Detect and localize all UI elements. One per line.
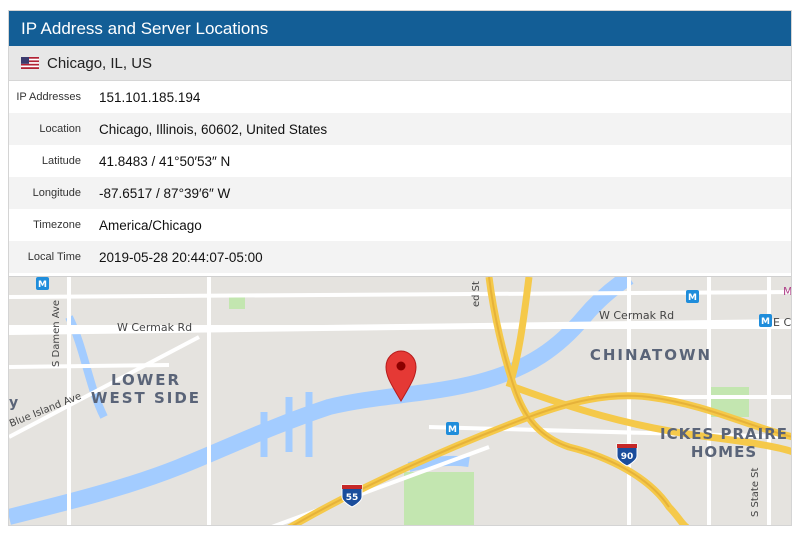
svg-text:90: 90 [621,452,634,462]
row-value: -87.6517 / 87°39′6″ W [99,185,231,201]
row-value: America/Chicago [99,217,202,233]
table-row: Local Time 2019-05-28 20:44:07-05:00 [9,241,791,273]
location-map[interactable]: M M M M 55 90 W Cermak Rd W Cermak Rd S … [9,276,792,526]
map-canvas[interactable]: M M M M 55 90 W Cermak Rd W Cermak Rd S … [9,277,792,526]
info-table: IP Addresses 151.101.185.194 Location Ch… [9,81,791,273]
street-label-ed-st: ed St [471,281,482,307]
row-label: IP Addresses [16,91,81,103]
neighbourhood-label: LOWER [111,371,181,389]
svg-text:55: 55 [346,493,359,503]
ip-location-panel: IP Address and Server Locations Chicago,… [8,10,792,526]
row-value: 151.101.185.194 [99,89,201,105]
street-label-damen: S Damen Ave [51,300,62,367]
metro-icon: M [686,290,699,303]
row-value: Chicago, Illinois, 60602, United States [99,121,328,137]
row-label: Timezone [33,219,81,231]
street-label-cermak: W Cermak Rd [117,321,192,334]
street-label-state-st: S State St [750,467,761,517]
us-flag-icon [21,57,39,69]
table-row: IP Addresses 151.101.185.194 [9,81,791,113]
row-label: Longitude [32,187,81,199]
svg-text:M: M [688,293,697,303]
table-row: Timezone America/Chicago [9,209,791,241]
metro-icon: M [759,314,772,327]
row-label: Location [39,123,81,135]
location-heading: Chicago, IL, US [9,46,791,81]
park-area [404,472,474,525]
table-row: Longitude -87.6517 / 87°39′6″ W [9,177,791,209]
street-label-e-ce: E Ce [773,316,792,329]
svg-text:M: M [761,317,770,327]
map-edge-label: M [783,285,792,298]
table-row: Location Chicago, Illinois, 60602, Unite… [9,113,791,145]
table-row: Latitude 41.8483 / 41°50′53″ N [9,145,791,177]
location-heading-text: Chicago, IL, US [47,54,153,72]
neighbourhood-label: HOMES [691,443,757,461]
metro-icon: M [446,422,459,435]
neighbourhood-label: CHINATOWN [590,346,712,364]
street-label-cermak-east: W Cermak Rd [599,309,674,322]
neighbourhood-label: WEST SIDE [91,389,201,407]
row-label: Local Time [27,251,81,263]
svg-text:M: M [448,425,457,435]
svg-text:M: M [38,280,47,290]
neighbourhood-label: ICKES PRAIRE [660,425,788,443]
row-label: Latitude [41,155,81,167]
map-edge-label: y [9,395,18,411]
row-value: 2019-05-28 20:44:07-05:00 [99,249,263,265]
row-value: 41.8483 / 41°50′53″ N [99,153,231,169]
panel-title: IP Address and Server Locations [9,11,791,46]
metro-icon: M [36,277,49,290]
